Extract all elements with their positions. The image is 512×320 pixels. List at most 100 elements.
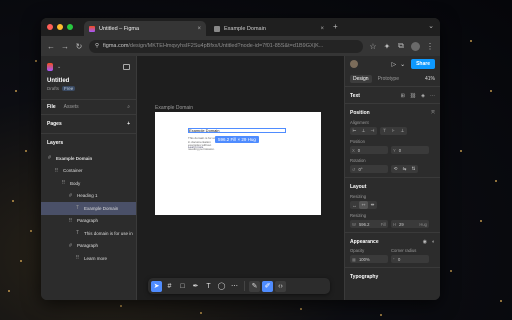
back-icon[interactable]: ←	[47, 42, 55, 51]
rotate-icon[interactable]: ⟲	[391, 165, 400, 173]
file-title[interactable]: Untitled	[47, 78, 130, 84]
new-tab-button[interactable]: +	[333, 22, 338, 31]
frame-example-domain[interactable]: Example Domain This domain is for use in…	[155, 112, 321, 215]
share-button[interactable]: Share	[411, 59, 435, 69]
maximize-window-button[interactable]	[67, 24, 73, 30]
add-page-icon[interactable]: +	[127, 121, 130, 127]
close-tab-icon[interactable]: ×	[197, 26, 201, 32]
figma-favicon-icon	[89, 25, 95, 32]
file-location[interactable]: Drafts	[47, 86, 59, 91]
pages-heading: Pages	[47, 121, 62, 127]
tab-figma[interactable]: Untitled – Figma ×	[84, 21, 206, 36]
layer-row[interactable]: T This domain is for use in	[41, 227, 136, 240]
frame-icon: #	[69, 192, 72, 199]
flip-vertical-icon[interactable]: ⇅	[409, 165, 418, 173]
dimension-tag: 596.2 Fill × 29 Hug	[215, 136, 259, 143]
figma-editor: ⌄ Untitled Drafts Free File Assets ⌕ Pag…	[41, 56, 440, 300]
frame-icon[interactable]: #	[164, 281, 175, 292]
constraints-icon[interactable]: ⤧	[431, 110, 435, 116]
browser-window: Untitled – Figma × Example Domain × + ⌄ …	[41, 18, 440, 300]
design-mode-icon[interactable]: ✐	[262, 280, 273, 292]
dev-mode-icon[interactable]: ‹›	[275, 280, 286, 292]
blend-mode-icon[interactable]: ◐	[432, 239, 435, 245]
fixed-width-icon[interactable]: ↔	[350, 201, 359, 209]
layer-row[interactable]: T Example Domain	[41, 202, 136, 215]
x-field[interactable]: X0	[350, 146, 388, 154]
align-center-v-icon[interactable]: ⊦	[389, 127, 398, 135]
sidebar-toggle-icon[interactable]	[123, 64, 130, 70]
reload-icon[interactable]: ↻	[75, 42, 83, 51]
extension-icon[interactable]: ✦	[383, 42, 391, 51]
hug-width-icon[interactable]: ⇹	[368, 201, 377, 209]
layer-row[interactable]: ⠿ Container	[41, 165, 136, 178]
link-icon[interactable]: ⛓	[410, 93, 416, 99]
layer-row[interactable]: ⠿ Body	[41, 177, 136, 190]
minimize-window-button[interactable]	[57, 24, 63, 30]
layer-row[interactable]: ⠿ Learn more	[41, 252, 136, 265]
layout-section: Layout Resizing ↔ ⇿ ⇹ Resizing W 596.2 Fil…	[345, 178, 440, 233]
frame-label[interactable]: Example Domain	[155, 105, 193, 111]
selection-box[interactable]	[188, 128, 286, 133]
fill-width-icon[interactable]: ⇿	[359, 201, 368, 209]
layer-row[interactable]: # Paragraph	[41, 240, 136, 253]
actions-icon[interactable]: ⋯	[229, 281, 240, 292]
layer-label: Paragraph	[77, 218, 99, 224]
opacity-field[interactable]: ▦ 100%	[350, 255, 388, 263]
text-icon[interactable]: T	[203, 281, 214, 292]
present-play-icon[interactable]: ▷	[391, 61, 396, 68]
browser-menu-icon[interactable]: ⋮	[426, 42, 434, 51]
tab-search-chevron-icon[interactable]: ⌄	[428, 22, 434, 30]
visibility-eye-icon[interactable]: ◉	[423, 239, 427, 245]
chevron-down-icon[interactable]: ⌄	[57, 64, 61, 70]
tab-prototype[interactable]: Prototype	[378, 76, 399, 82]
tab-design[interactable]: Design	[350, 75, 372, 83]
bookmark-star-icon[interactable]: ☆	[369, 42, 377, 51]
profile-avatar[interactable]	[411, 41, 420, 51]
tab-assets[interactable]: Assets	[64, 104, 79, 110]
flip-horizontal-icon[interactable]: ⇋	[400, 165, 409, 173]
height-field[interactable]: H 29 Hug	[391, 220, 429, 228]
corner-radius-field[interactable]: ⌜ 0	[391, 255, 429, 263]
y-field[interactable]: Y0	[391, 146, 429, 154]
align-top-icon[interactable]: ⊤	[380, 127, 389, 135]
move-icon[interactable]: ➤	[151, 280, 162, 292]
layer-label: Body	[70, 180, 81, 186]
grid-icon: ⠿	[61, 180, 66, 187]
layer-row[interactable]: # Heading 1	[41, 190, 136, 203]
align-left-icon[interactable]: ⊢	[350, 127, 359, 135]
component-icon[interactable]: ⊞	[401, 93, 405, 99]
figma-menu-icon[interactable]	[47, 63, 53, 71]
style-icon[interactable]: ◈	[421, 93, 425, 99]
address-bar[interactable]: ⚲ figma.com/design/MKTEHmqvyhsIF2Su4pBfx…	[89, 39, 363, 53]
draw-mode-icon[interactable]: ✎	[249, 280, 260, 292]
canvas[interactable]: Example Domain Example Domain This domai…	[137, 56, 344, 300]
extensions-puzzle-icon[interactable]: ⧉	[397, 41, 405, 51]
width-field[interactable]: W 596.2 Fill	[350, 220, 388, 228]
align-right-icon[interactable]: ⊣	[368, 127, 377, 135]
tab-example-domain[interactable]: Example Domain ×	[209, 21, 329, 36]
text-icon: T	[75, 205, 80, 212]
forward-icon[interactable]: →	[61, 42, 69, 51]
comment-icon[interactable]: ◯	[216, 281, 227, 292]
tab-file[interactable]: File	[47, 104, 56, 110]
align-center-h-icon[interactable]: ⊥	[359, 127, 368, 135]
bottom-toolbar: ➤ # □ ✒ T ◯ ⋯ ✎ ✐ ‹›	[148, 278, 330, 294]
close-tab-icon[interactable]: ×	[320, 26, 324, 32]
window-controls	[47, 24, 73, 30]
rectangle-icon[interactable]: □	[177, 281, 188, 292]
layer-row[interactable]: ⠿ Paragraph	[41, 215, 136, 228]
close-window-button[interactable]	[47, 24, 53, 30]
avatar[interactable]	[350, 60, 358, 68]
tab-strip: Untitled – Figma × Example Domain × + ⌄	[41, 18, 440, 36]
pen-icon[interactable]: ✒	[190, 281, 201, 292]
page-link-layer[interactable]: Learn more	[188, 145, 203, 149]
zoom-level[interactable]: 41%	[425, 76, 435, 82]
site-info-icon[interactable]: ⚲	[95, 43, 99, 49]
more-icon[interactable]: ⋯	[430, 93, 435, 99]
rotation-field[interactable]: ↺ 0°	[350, 165, 388, 173]
search-icon[interactable]: ⌕	[127, 104, 130, 110]
layer-row[interactable]: # Example Domain	[41, 152, 136, 165]
align-bottom-icon[interactable]: ⊥	[398, 127, 407, 135]
chevron-down-icon[interactable]: ⌄	[400, 61, 405, 68]
left-panel: ⌄ Untitled Drafts Free File Assets ⌕ Pag…	[41, 56, 137, 300]
